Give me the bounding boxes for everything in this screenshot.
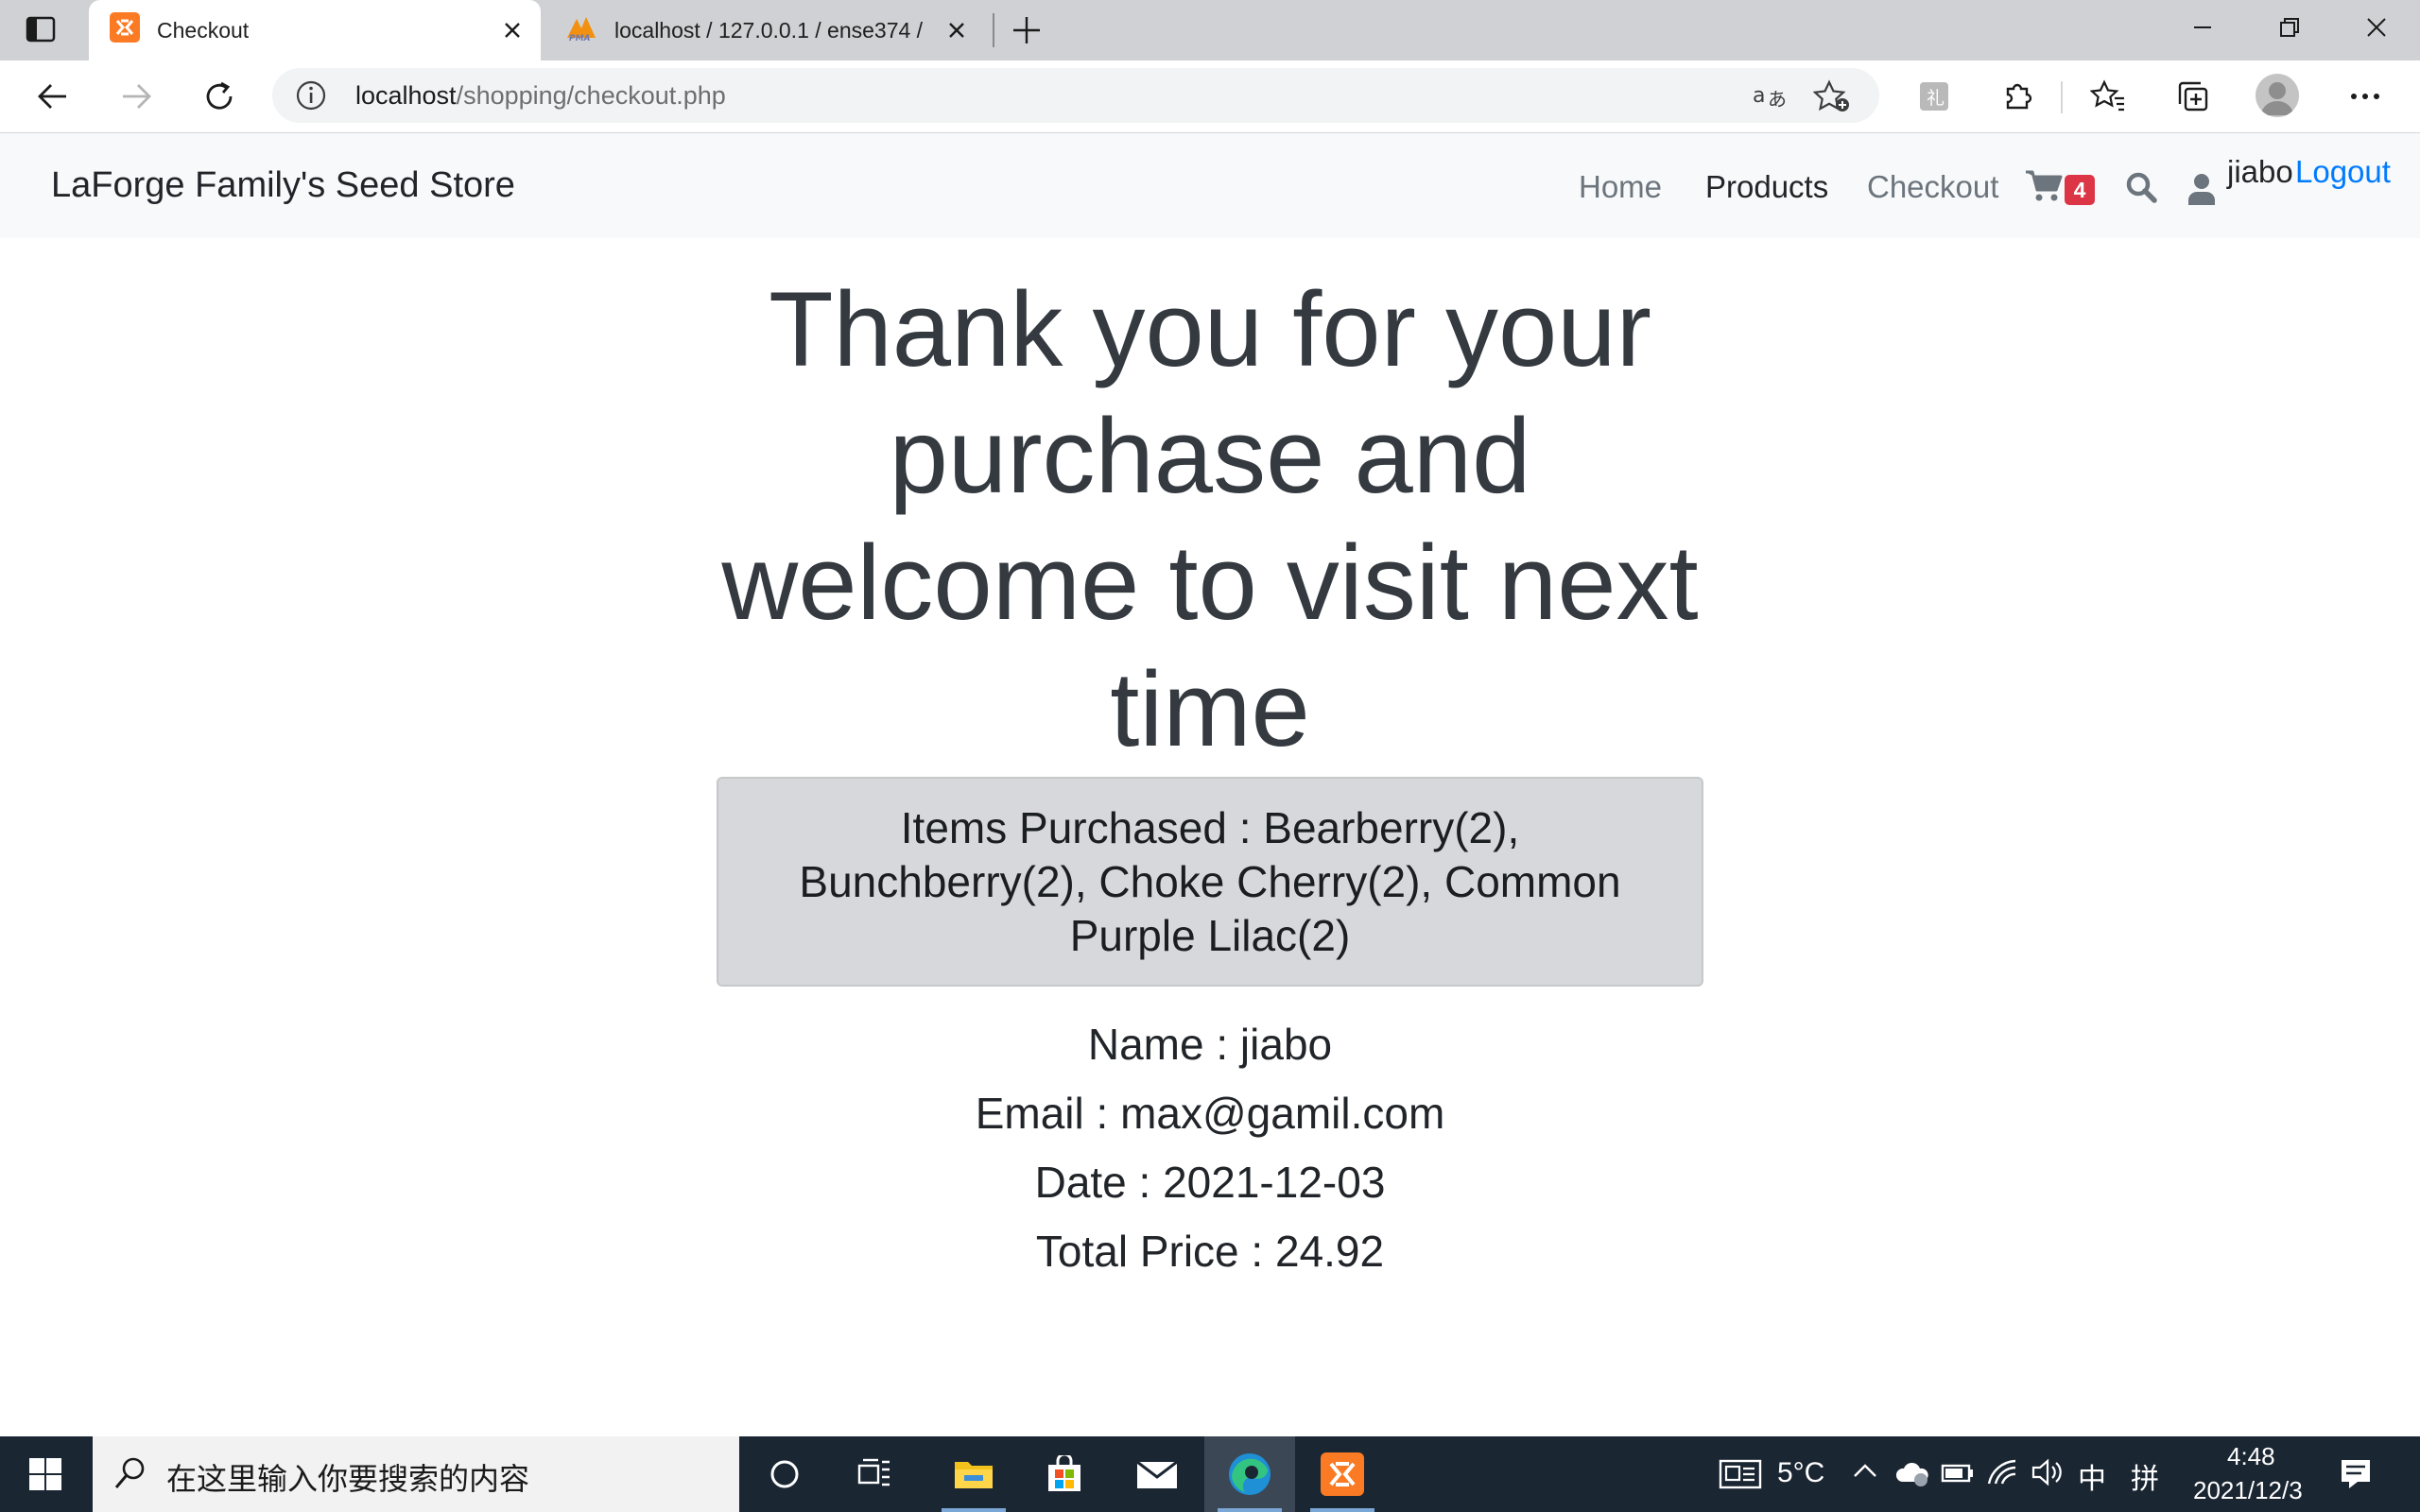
windows-logo-icon [29, 1458, 61, 1490]
search-icon [113, 1455, 147, 1491]
input-language[interactable]: 中 [2078, 1455, 2106, 1497]
url-text: localhost/shopping/checkout.php [355, 81, 726, 110]
file-explorer-app[interactable] [928, 1436, 1019, 1512]
svg-text:礼: 礼 [1927, 88, 1945, 109]
svg-text:a: a [1753, 84, 1765, 108]
phpmyadmin-favicon-icon: PMA [565, 13, 597, 47]
items-purchased-box: Items Purchased : Bearberry(2), Bunchber… [717, 777, 1703, 987]
back-button[interactable] [28, 72, 78, 121]
browser-toolbar: localhost/shopping/checkout.php aあ 礼 [0, 60, 2420, 133]
cart-icon[interactable] [2025, 169, 2066, 203]
user-icon [2187, 173, 2216, 205]
chevron-up-icon[interactable] [1851, 1457, 1885, 1491]
volume-icon[interactable] [2031, 1457, 2065, 1491]
extensions-icon[interactable] [1993, 72, 2042, 121]
clock-date[interactable]: 2021/12/3 [2193, 1476, 2303, 1505]
tab-divider [993, 13, 994, 47]
close-window-button[interactable] [2333, 0, 2420, 55]
heading-line: Thank you for your [769, 270, 1651, 388]
app-running-indicator [1310, 1508, 1374, 1512]
nav-home[interactable]: Home [1579, 169, 1662, 205]
heading-line: purchase and [889, 397, 1531, 515]
restore-button[interactable] [2246, 0, 2333, 55]
tab-checkout[interactable]: Checkout [89, 0, 541, 60]
order-date: Date : 2021-12-03 [1034, 1158, 1386, 1207]
tab-phpmyadmin[interactable]: PMA localhost / 127.0.0.1 / ense374 / [552, 0, 985, 60]
customer-name: Name : jiabo [1087, 1020, 1333, 1069]
browser-tab-strip: Checkout PMA localhost / 127.0.0.1 / ens… [0, 0, 2420, 60]
clock-time[interactable]: 4:48 [2227, 1442, 2275, 1471]
checkout-content: Thank you for your purchase and welcome … [0, 238, 2420, 1436]
battery-icon[interactable] [1940, 1457, 1974, 1491]
heading-line: welcome to visit next [721, 524, 1699, 642]
logout-link[interactable]: Logout [2295, 154, 2391, 190]
tab-actions-icon[interactable] [25, 15, 57, 43]
cortana-button[interactable] [739, 1436, 830, 1512]
start-button[interactable] [0, 1436, 91, 1512]
add-favorite-icon[interactable] [1812, 79, 1851, 113]
weather-temp[interactable]: 5°C [1777, 1457, 1824, 1489]
svg-text:あ: あ [1768, 88, 1787, 111]
taskbar-search-placeholder: 在这里输入你要搜索的内容 [166, 1461, 530, 1497]
tab-title: Checkout [157, 17, 250, 43]
microsoft-store-app[interactable] [1019, 1436, 1110, 1512]
refresh-button[interactable] [195, 72, 244, 121]
profile-avatar[interactable] [2256, 74, 2299, 117]
translate-icon[interactable]: aあ [1753, 79, 1790, 112]
nav-products[interactable]: Products [1705, 169, 1828, 205]
total-price: Total Price : 24.92 [1035, 1227, 1385, 1276]
wifi-icon[interactable] [1987, 1457, 2021, 1491]
toolbar-divider [2061, 81, 2063, 113]
cart-count-badge: 4 [2065, 175, 2095, 205]
taskbar-search-box[interactable]: 在这里输入你要搜索的内容 [93, 1436, 739, 1512]
xampp-app[interactable] [1297, 1436, 1388, 1512]
input-mode[interactable]: 拼 [2131, 1455, 2159, 1497]
favorites-icon[interactable] [2083, 72, 2133, 121]
windows-taskbar: 在这里输入你要搜索的内容 5°C 中 拼 4:48 2021/12/3 [0, 1436, 2420, 1512]
collections-icon[interactable] [2169, 72, 2218, 121]
edge-browser-app[interactable] [1204, 1436, 1295, 1512]
xampp-favicon-icon [110, 12, 140, 48]
thank-you-heading: Thank you for your purchase and welcome … [700, 266, 1720, 773]
close-tab-icon[interactable] [493, 11, 531, 49]
search-icon[interactable] [2125, 171, 2159, 205]
app-running-indicator [942, 1508, 1006, 1512]
close-tab-icon[interactable] [938, 11, 976, 49]
site-info-icon[interactable] [295, 79, 327, 112]
task-view-button[interactable] [830, 1436, 921, 1512]
brand-link[interactable]: LaForge Family's Seed Store [51, 165, 515, 206]
forward-button[interactable] [112, 72, 161, 121]
address-bar[interactable]: localhost/shopping/checkout.php aあ [272, 68, 1879, 123]
site-navbar: LaForge Family's Seed Store Home Product… [0, 133, 2420, 238]
app-running-indicator [1218, 1508, 1282, 1512]
notification-center-icon[interactable] [2339, 1457, 2373, 1491]
news-weather-icon[interactable] [1719, 1457, 1762, 1491]
more-options-icon[interactable] [2341, 72, 2390, 121]
new-tab-button[interactable] [1008, 11, 1046, 49]
tab-title: localhost / 127.0.0.1 / ense374 / [614, 17, 924, 43]
extension-badge-icon[interactable]: 礼 [1910, 72, 1959, 121]
nav-checkout[interactable]: Checkout [1867, 169, 1998, 205]
heading-line: time [1110, 650, 1310, 768]
mail-app[interactable] [1112, 1436, 1202, 1512]
svg-text:PMA: PMA [569, 34, 591, 42]
onedrive-icon[interactable] [1894, 1457, 1928, 1491]
items-purchased-text: Items Purchased : Bearberry(2), Bunchber… [799, 802, 1621, 960]
customer-email: Email : max@gamil.com [975, 1089, 1445, 1138]
minimize-button[interactable] [2159, 0, 2246, 55]
username-text: jiabo [2227, 154, 2293, 189]
